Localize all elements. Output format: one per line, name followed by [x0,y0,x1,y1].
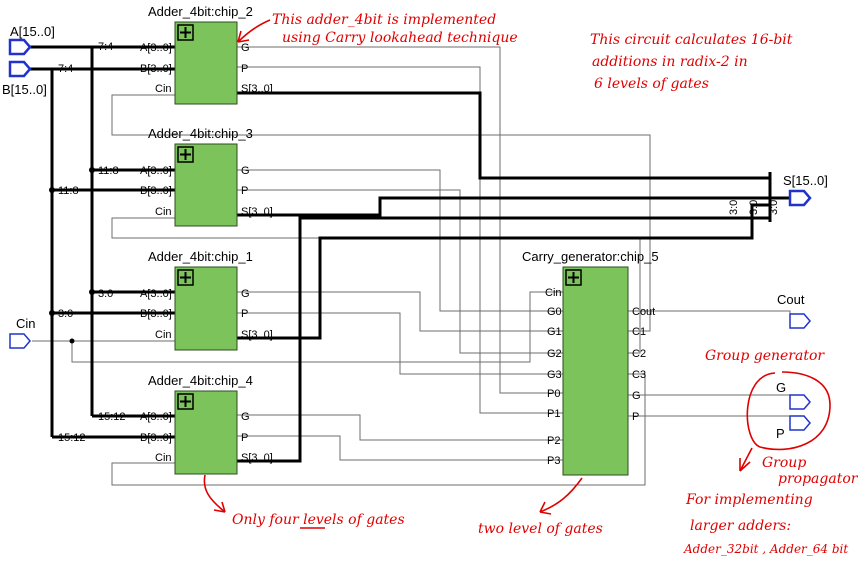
pin-label: Cin [155,452,172,464]
expand-icon[interactable] [177,393,194,410]
circuit-schematic: A[15..0] B[15..0] Cin S[15..0] Cout G P … [2,4,859,556]
cin-port-label: Cin [16,316,36,331]
pin-label: B[3..0] [140,432,172,444]
expand-icon[interactable] [565,269,582,286]
carry-generator-chip-5[interactable]: Carry_generator:chip_5 Cin G0 G1 G2 G3 P… [522,249,659,476]
note-circuit: additions in radix-2 in [592,54,748,70]
expand-icon[interactable] [177,146,194,163]
pin-label: P [241,185,248,197]
pin-label: G3 [547,369,562,381]
bus-label: 7:4 [58,63,73,75]
p-port-label: P [776,426,785,441]
note-group-generator: Group generator [705,348,825,364]
bus-label: 11:8 [98,165,119,177]
pin-label: S[3..0] [241,452,273,464]
pin-label: C3 [632,369,646,381]
bus-label: 11:8 [58,185,79,197]
bus-label: 3:0 [58,308,73,320]
pin-label: P2 [547,435,560,447]
pin-label: S[3..0] [241,329,273,341]
output-ports[interactable] [788,189,812,431]
pin-label: Cin [155,83,172,95]
a-port [8,38,32,56]
pin-label: P0 [547,388,560,400]
chip-title: Adder_4bit:chip_3 [148,126,253,141]
g-port-label: G [776,380,786,395]
bus-label: 3:0 [728,200,740,215]
pin-label: B[3..0] [140,308,172,320]
note-group-propagator: Group [762,455,806,471]
note-circuit: 6 levels of gates [594,76,709,92]
bus-label: 3:0 [748,200,760,215]
adder-chip-3[interactable]: Adder_4bit:chip_3 A[3..0] B[3..0] Cin G … [140,126,273,227]
pin-label: G [241,411,250,423]
bus-label: 3:0 [768,200,780,215]
pin-label: P1 [547,408,560,420]
note-four-levels: Only four levels of gates [232,512,405,528]
s-port [788,189,812,207]
pin-label: Cout [632,306,655,318]
bus-wires [30,45,790,463]
pin-label: G [241,165,250,177]
note-larger-adders: larger adders: [690,518,791,534]
adder-chip-4[interactable]: Adder_4bit:chip_4 A[3..0] B[3..0] Cin G … [140,373,273,475]
b-port [8,60,32,78]
chip-title: Adder_4bit:chip_1 [148,249,253,264]
pin-label: P [241,63,248,75]
chip-title: Adder_4bit:chip_2 [148,4,253,19]
pin-label: A[3..0] [140,42,172,54]
adder-chip-1[interactable]: Adder_4bit:chip_1 A[3..0] B[3..0] Cin G … [140,249,273,351]
bus-label: 3:0 [98,288,113,300]
b-port-label: B[15..0] [2,82,47,97]
note-adder-technique: using Carry lookahead technique [282,30,518,46]
pin-label: P [241,432,248,444]
pin-label: A[3..0] [140,288,172,300]
expand-icon[interactable] [177,24,194,41]
bus-label: 15:12 [58,432,86,444]
p-port [789,415,811,431]
pin-label: Cin [155,206,172,218]
cout-port-label: Cout [777,292,805,307]
pin-label: S[3..0] [241,83,273,95]
bus-label: 15:12 [98,411,126,423]
a-port-label: A[15..0] [10,24,55,39]
note-group-propagator: propagator [778,471,859,487]
pin-label: C2 [632,348,646,360]
pin-label: B[3..0] [140,63,172,75]
pin-label: P [632,411,639,423]
pin-label: G [241,288,250,300]
adder-chip-2[interactable]: Adder_4bit:chip_2 A[3..0] B[3..0] Cin G … [140,4,273,105]
pin-label: G2 [547,348,562,360]
cout-port [789,313,811,329]
note-larger-adders: For implementing [685,492,813,508]
pin-label: G [632,390,641,402]
pin-label: P [241,308,248,320]
note-larger-adders: Adder_32bit , Adder_64 bit [683,542,848,556]
pin-label: S[3..0] [241,206,273,218]
chip-title: Carry_generator:chip_5 [522,249,659,264]
g-port [789,394,811,410]
note-circuit: This circuit calculates 16-bit [590,32,793,48]
note-adder-technique: This adder_4bit is implemented [272,12,496,28]
pin-label: P3 [547,455,560,467]
bus-label: 7:4 [98,41,113,53]
pin-label: A[3..0] [140,411,172,423]
pin-label: C1 [632,326,646,338]
pin-label: G1 [547,326,562,338]
pin-label: Cin [155,329,172,341]
pin-label: G0 [547,306,562,318]
s-port-label: S[15..0] [783,173,828,188]
chip-title: Adder_4bit:chip_4 [148,373,253,388]
note-two-levels: two level of gates [478,521,603,537]
pin-label: Cin [545,287,562,299]
expand-icon[interactable] [177,269,194,286]
pin-label: A[3..0] [140,165,172,177]
cin-port [9,333,31,349]
pin-label: G [241,42,250,54]
pin-label: B[3..0] [140,185,172,197]
